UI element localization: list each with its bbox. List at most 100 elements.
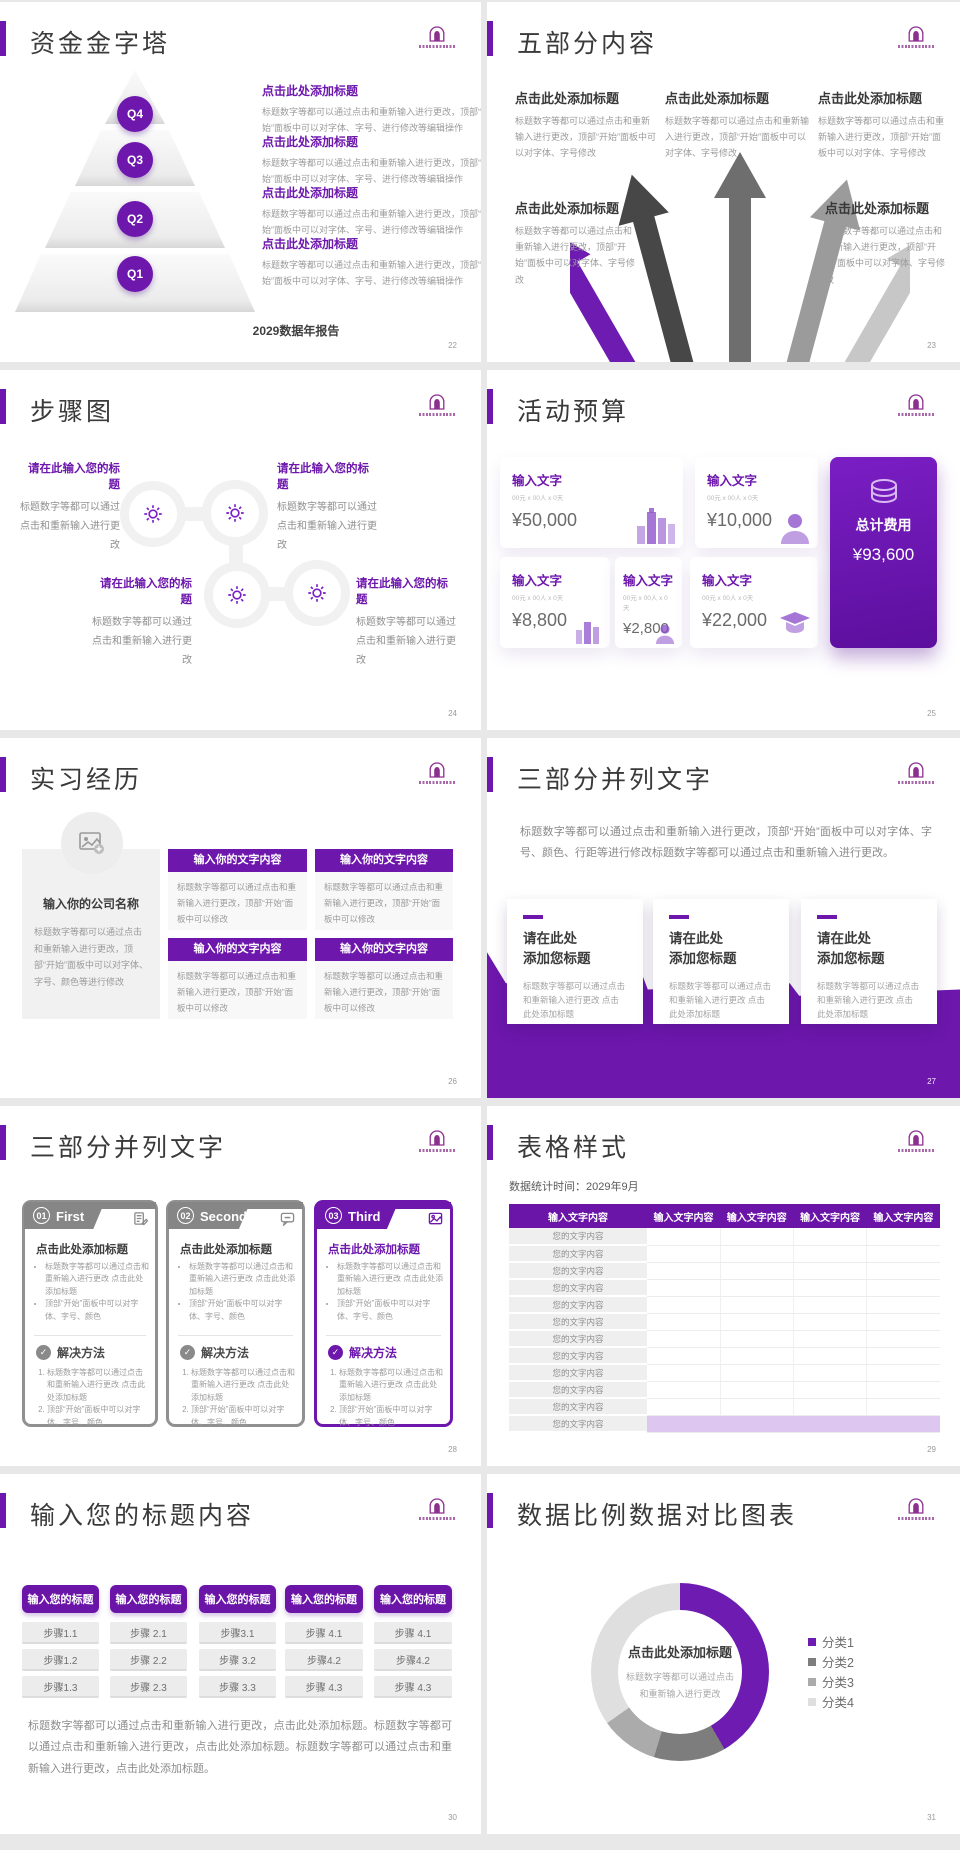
bullet: 标题数字等都可以通过点击和重新输入进行更改 点击此处添加标题 [45, 1261, 149, 1298]
card-label: 输入文字 [707, 470, 806, 489]
bullet: 顶部“开始”面板中可以对字体、字号、颜色 [45, 1298, 149, 1323]
school-logo-text [419, 413, 455, 416]
gear-icon [226, 584, 248, 606]
page-number: 30 [448, 1813, 457, 1822]
pyramid-item: 点击此处添加标题 标题数字等都可以通过点击和重新输入进行更改，顶部“开始”面板中… [262, 235, 481, 290]
title-accent-bar [0, 757, 6, 792]
slide-title: 实习经历 [30, 760, 142, 796]
item-body: 标题数字等都可以通过点击和重新输入进行更改，顶部“开始”面板中可以对字体、字号修… [818, 113, 948, 162]
item-title: 请在此输入您的标题 [277, 460, 377, 492]
item-body: 标题数字等都可以通过点击和重新输入进行更改，顶部“开始”面板中可以对字体、字号、… [262, 105, 481, 137]
item-body: 标题数字等都可以通过点击和重新输入进行更改 [92, 613, 192, 670]
legend-item: 分类4 [808, 1692, 854, 1711]
slide-31-donut-chart[interactable]: 数据比例数据对比图表 点击此处添加标题 标题数字等都可以通过点击和重新输入进行更… [487, 1474, 960, 1834]
school-logo-icon [427, 1498, 447, 1515]
step-box: 步骤1.2 [22, 1649, 99, 1671]
item-body: 标题数字等都可以通过点击和重新输入进行更改 [277, 498, 377, 555]
row-label: 您的文字内容 [509, 1245, 647, 1262]
card-formula: 00元 x 00人 x 0天 [512, 492, 671, 502]
step-box: 步骤 3.3 [199, 1676, 276, 1698]
slide-29-table-style[interactable]: 表格样式 数据统计时间：2029年9月 输入文字内容 输入文字内容 输入文字内容… [487, 1106, 960, 1466]
page-number: 31 [927, 1813, 936, 1822]
chat-icon [280, 1211, 295, 1226]
content-block: 点击此处添加标题 标题数字等都可以通过点击和重新输入进行更改，顶部“开始”面板中… [515, 88, 657, 162]
budget-card-3: 输入文字 00元 x 00人 x 0天 ¥8,800 [500, 557, 610, 648]
total-label: 总计费用 [830, 515, 937, 535]
school-logo-text [898, 413, 934, 416]
divider [34, 1335, 146, 1336]
legend-swatch [808, 1698, 816, 1706]
table-row: 您的文字内容 [509, 1262, 940, 1279]
step-box: 步骤 4.3 [374, 1676, 452, 1698]
step-box: 步骤4.2 [285, 1649, 363, 1671]
budget-card-4: 输入文字 00元 x 00人 x 0天 ¥2,800 [615, 557, 682, 648]
item-body: 标题数字等都可以通过点击和重新输入进行更改，顶部“开始”面板中可以对字体、字号修… [515, 113, 657, 162]
step-box: 步骤 4.1 [374, 1622, 452, 1644]
slide-24-step-diagram[interactable]: 步骤图 请在此输入您的标题 标题数字等都可以通过点击和重新输入进行更改 请在此输… [0, 370, 481, 730]
slide-23-five-parts[interactable]: 五部分内容 点击此处添加标题 标题数字等都可以通过点击和重新输入进行更改，顶部“… [487, 2, 960, 362]
school-logo-text [419, 1517, 455, 1520]
card-number: 01 [33, 1207, 50, 1224]
step-node-2 [202, 480, 268, 546]
card-tab-strip [392, 1202, 451, 1209]
card-title-line2: 添加您标题 [523, 951, 591, 966]
column-header: 输入您的标题 [110, 1585, 187, 1613]
page-number: 25 [927, 709, 936, 718]
item-body: 标题数字等都可以通过点击和重新输入进行更改 [356, 613, 456, 670]
company-box: 输入你的公司名称 标题数字等都可以通过点击和重新输入进行更改，顶部“开始”面板中… [22, 849, 160, 1019]
item-title: 点击此处添加标题 [818, 88, 948, 107]
card-title-line1: 请在此处 [669, 931, 723, 946]
solution-step: 顶部“开始”面板中可以对字体、字号、颜色 [47, 1404, 149, 1429]
item-body: 标题数字等都可以通过点击和重新输入进行更改，顶部“开始”面板中可以对字体、字号、… [262, 207, 481, 239]
content-block: 点击此处添加标题 标题数字等都可以通过点击和重新输入进行更改，顶部“开始”面板中… [515, 198, 637, 288]
slide-25-budget[interactable]: 活动预算 输入文字 00元 x 00人 x 0天 ¥50,000 输入文字 00… [487, 370, 960, 730]
card-label: 输入文字 [702, 570, 806, 589]
table-row: 您的文字内容 [509, 1228, 940, 1245]
money-icon [866, 477, 902, 505]
school-logo-icon [427, 394, 447, 411]
image-icon [79, 831, 105, 855]
gear-icon [306, 582, 328, 604]
page-number: 24 [448, 709, 457, 718]
slide-30-step-columns[interactable]: 输入您的标题内容 输入您的标题 输入您的标题 输入您的标题 输入您的标题 输入您… [0, 1474, 481, 1834]
legend-swatch [808, 1638, 816, 1646]
table-row: 您的文字内容 [509, 1330, 940, 1347]
card-title-line1: 请在此处 [523, 931, 577, 946]
graduate-icon [778, 610, 812, 644]
table-header-cell: 输入文字内容 [867, 1204, 940, 1228]
bullet: 标题数字等都可以通过点击和重新输入进行更改 点击此处添加标题 [337, 1261, 444, 1298]
donut-chart: 点击此处添加标题 标题数字等都可以通过点击和重新输入进行更改 [591, 1583, 769, 1761]
slide-22-fund-pyramid[interactable]: 资金金字塔 Q4 Q3 Q2 Q1 点击此处添加标题 标题数字等都可以通过点击和… [0, 2, 481, 362]
title-accent-bar [487, 1493, 493, 1528]
school-logo-text [898, 45, 934, 48]
item-title: 点击此处添加标题 [262, 82, 481, 99]
slide-28-three-cards[interactable]: 三部分并列文字 01 First 点击此处添加标题 标题数字等都可以通过点击和重… [0, 1106, 481, 1466]
person-icon [778, 510, 812, 544]
content-bar-body: 标题数字等都可以通过点击和重新输入进行更改，顶部“开始”面板中可以修改 [168, 872, 307, 930]
card-name: Third [348, 1209, 381, 1224]
step-node-3 [204, 562, 270, 628]
card-number: 02 [177, 1207, 194, 1224]
legend-item: 分类2 [808, 1652, 854, 1671]
table-row: 您的文字内容 [509, 1296, 940, 1313]
item-body: 标题数字等都可以通过点击和重新输入进行更改，顶部“开始”面板中可以对字体、字号修… [825, 223, 950, 288]
card-tab-strip [99, 1202, 156, 1209]
check-icon: ✓ [36, 1345, 51, 1360]
picture-icon [428, 1211, 443, 1226]
title-accent-bar [0, 1125, 6, 1160]
accent-dash [523, 915, 543, 919]
slide-27-three-parts[interactable]: 三部分并列文字 标题数字等都可以通过点击和重新输入进行更改，顶部“开始”面板中可… [487, 738, 960, 1098]
row-label: 您的文字内容 [509, 1398, 647, 1415]
content-bar-body: 标题数字等都可以通过点击和重新输入进行更改，顶部“开始”面板中可以修改 [168, 961, 307, 1019]
total-value: ¥93,600 [830, 545, 937, 565]
image-placeholder [61, 812, 123, 874]
step-box: 步骤1.3 [22, 1676, 99, 1698]
item-title: 点击此处添加标题 [262, 133, 481, 150]
slide-26-internship[interactable]: 实习经历 输入你的公司名称 标题数字等都可以通过点击和重新输入进行更改，顶部“开… [0, 738, 481, 1098]
gear-icon [224, 502, 246, 524]
solution-step: 标题数字等都可以通过点击和重新输入进行更改 点击此处添加标题 [191, 1367, 296, 1404]
page-number: 22 [448, 341, 457, 350]
accent-dash [817, 915, 837, 919]
content-block: 点击此处添加标题 标题数字等都可以通过点击和重新输入进行更改，顶部“开始”面板中… [665, 88, 810, 162]
card-heading: 点击此处添加标题 [180, 1241, 272, 1257]
